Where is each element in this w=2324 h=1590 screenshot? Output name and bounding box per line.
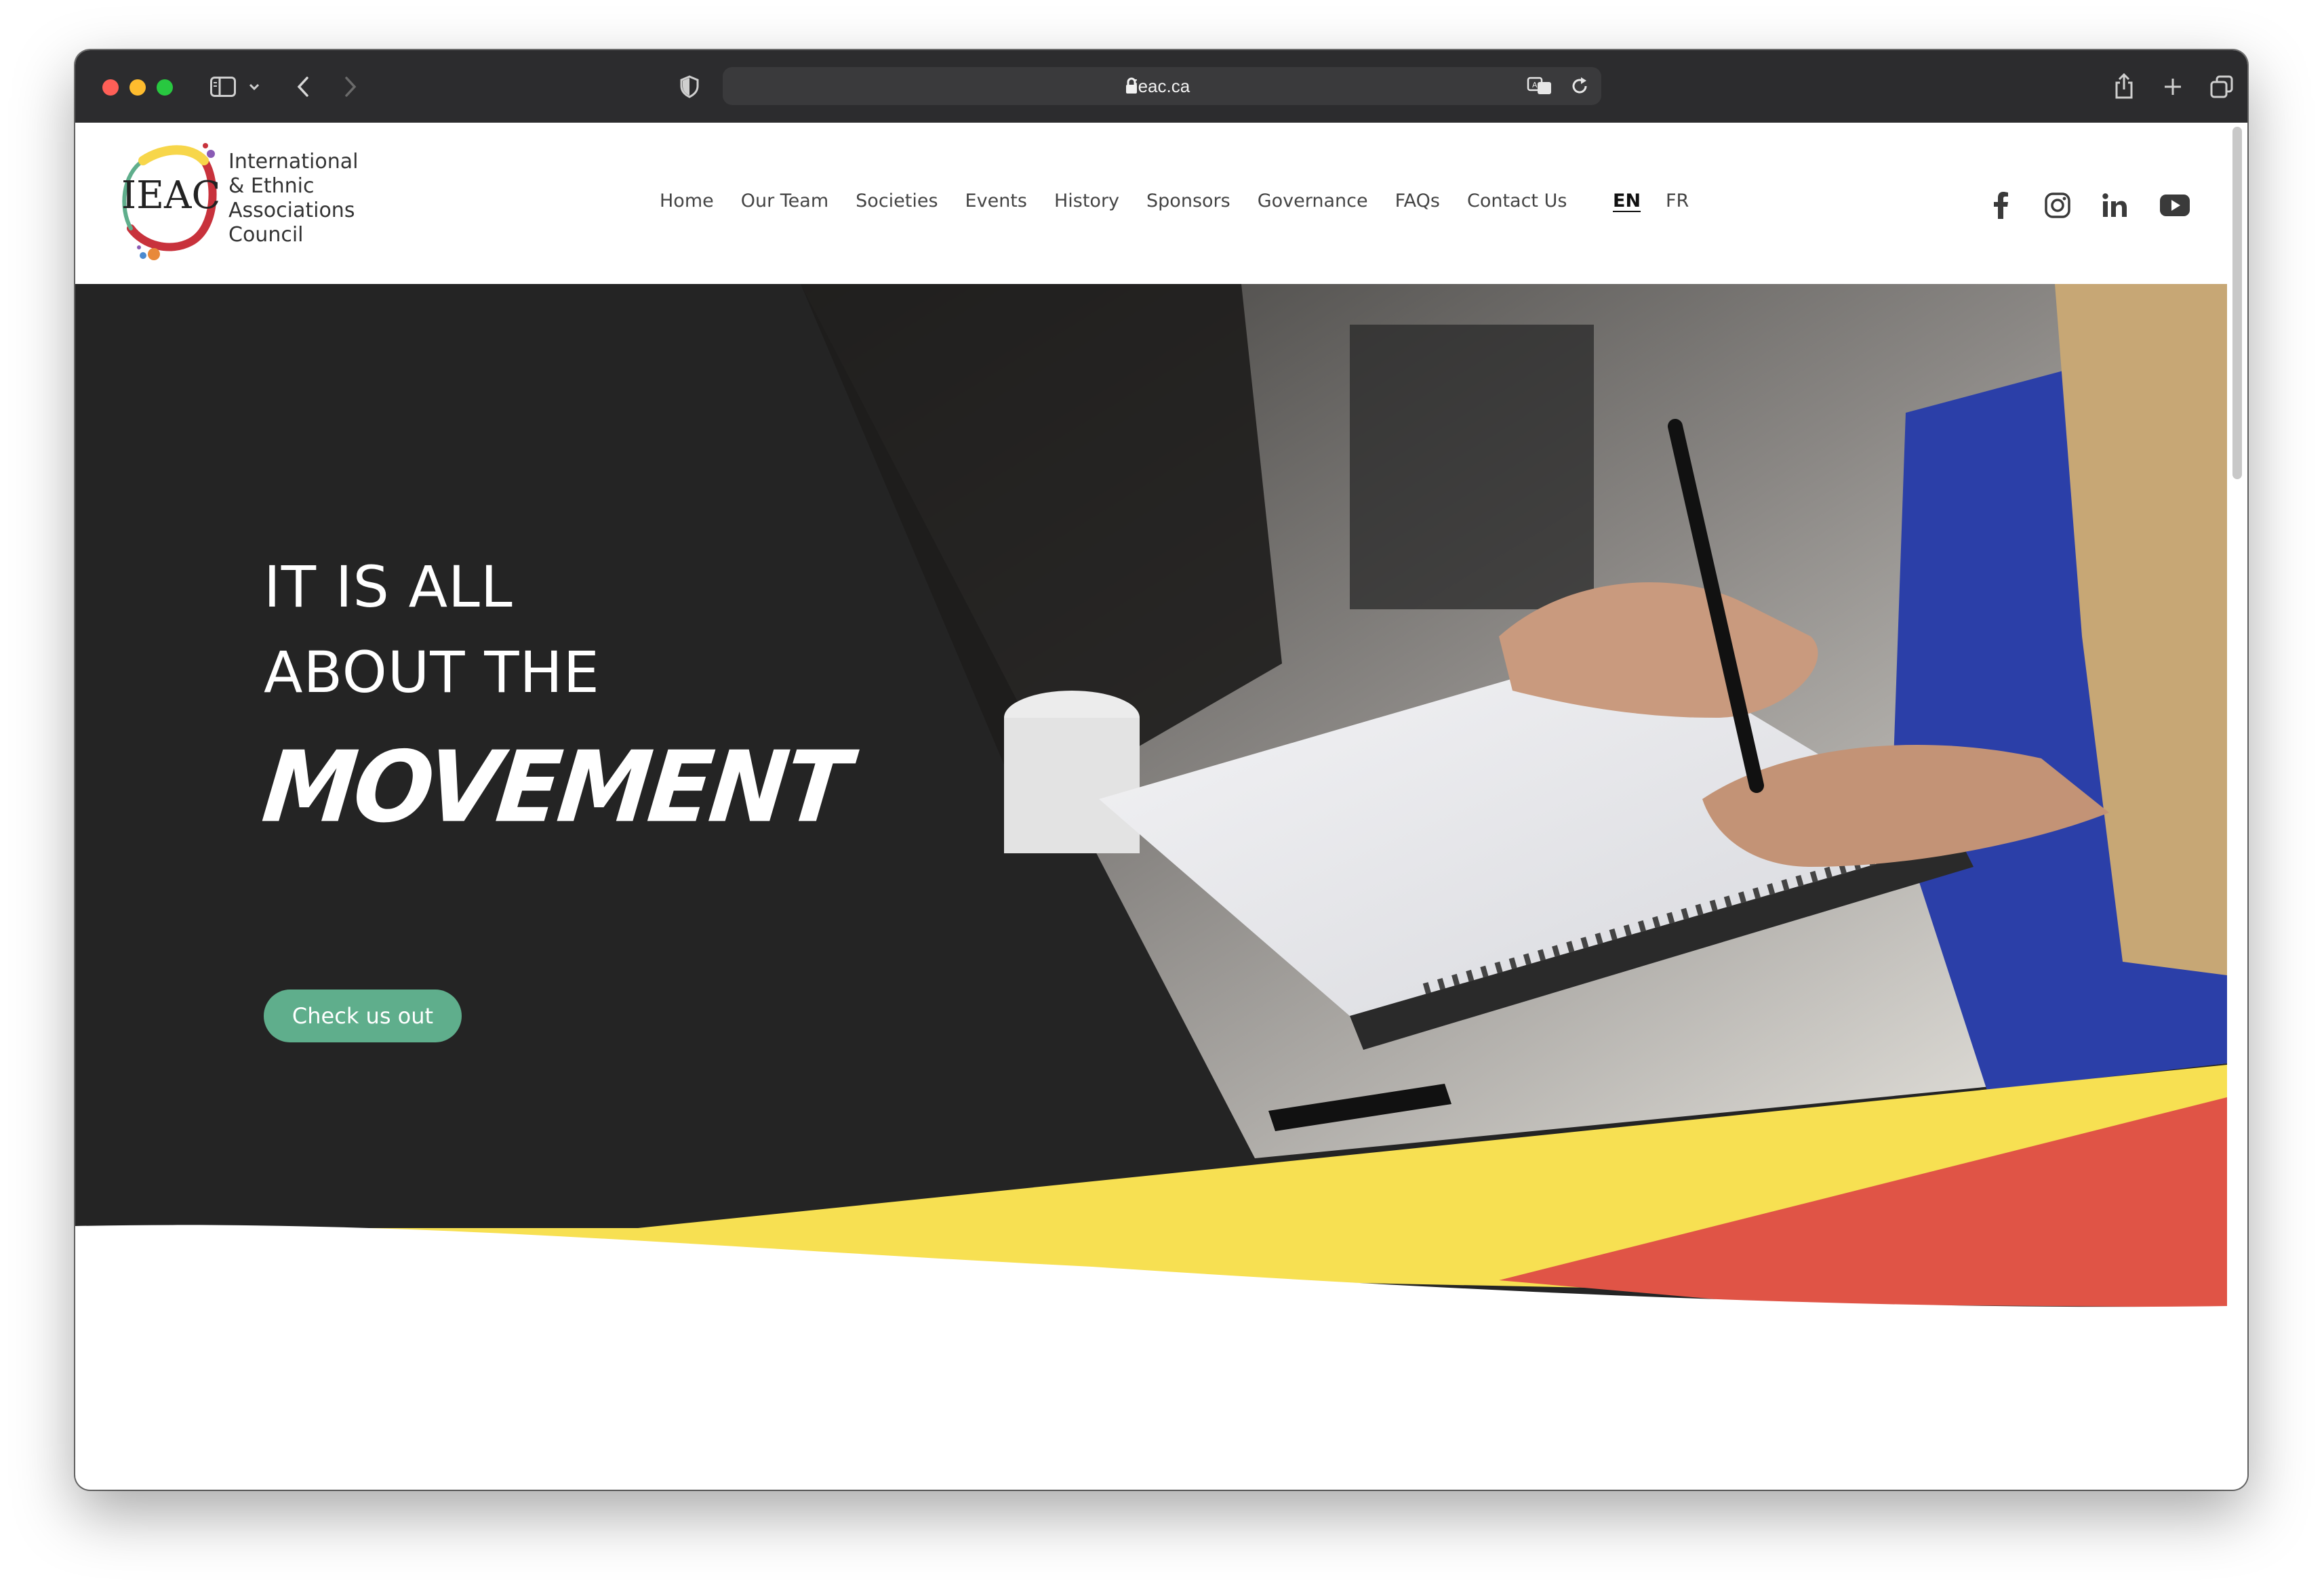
instagram-icon[interactable] bbox=[2043, 190, 2072, 220]
browser-toolbar: ieac.ca A bbox=[75, 50, 2247, 124]
organization-name-line: International bbox=[228, 150, 359, 174]
hero-background bbox=[75, 284, 2227, 1490]
organization-name-line: Council bbox=[228, 223, 304, 247]
nav-item-sponsors[interactable]: Sponsors bbox=[1146, 190, 1230, 218]
hero-section: IT IS ALL ABOUT THE MOVEMENT Check us ou… bbox=[75, 284, 2227, 1490]
close-window-button[interactable] bbox=[102, 79, 119, 96]
forward-icon[interactable] bbox=[338, 73, 363, 100]
organization-name-line: Associations bbox=[228, 199, 355, 222]
nav-item-governance[interactable]: Governance bbox=[1258, 190, 1368, 218]
nav-item-history[interactable]: History bbox=[1054, 190, 1119, 218]
logo-mark-text: IEAC bbox=[121, 174, 220, 218]
new-tab-icon[interactable] bbox=[2159, 73, 2186, 100]
zoom-window-button[interactable] bbox=[157, 79, 173, 96]
check-us-out-button[interactable]: Check us out bbox=[264, 990, 462, 1042]
minimize-window-button[interactable] bbox=[129, 79, 146, 96]
shield-icon[interactable] bbox=[676, 73, 703, 100]
page-scrollbar[interactable] bbox=[2232, 127, 2242, 479]
nav-item-our-team[interactable]: Our Team bbox=[741, 190, 828, 218]
browser-window: ieac.ca A IEAC International & Ethnic As… bbox=[75, 50, 2247, 1490]
language-fr[interactable]: FR bbox=[1666, 190, 1689, 211]
web-page: IEAC International & Ethnic Associations… bbox=[75, 123, 2247, 1490]
ieac-logo[interactable]: IEAC bbox=[116, 134, 224, 269]
translate-icon[interactable]: A bbox=[1525, 74, 1555, 98]
chevron-down-icon[interactable] bbox=[246, 79, 262, 95]
reload-icon[interactable] bbox=[1567, 74, 1592, 98]
nav-item-home[interactable]: Home bbox=[660, 190, 714, 218]
nav-item-societies[interactable]: Societies bbox=[856, 190, 938, 218]
hero-heading-accent: MOVEMENT bbox=[258, 729, 853, 845]
back-icon[interactable] bbox=[291, 73, 315, 100]
facebook-icon[interactable] bbox=[1986, 190, 2016, 220]
share-icon[interactable] bbox=[2109, 70, 2139, 102]
svg-text:A: A bbox=[1532, 81, 1538, 89]
address-bar[interactable]: ieac.ca A bbox=[723, 67, 1601, 105]
hero-heading-line-2: ABOUT THE bbox=[264, 639, 600, 706]
language-en[interactable]: EN bbox=[1613, 190, 1641, 211]
hero-heading-line-1: IT IS ALL bbox=[264, 554, 513, 620]
nav-item-faqs[interactable]: FAQs bbox=[1395, 190, 1440, 218]
sidebar-icon[interactable] bbox=[208, 75, 238, 99]
tabs-overview-icon[interactable] bbox=[2208, 73, 2235, 100]
url-text: ieac.ca bbox=[1134, 76, 1190, 96]
site-header: IEAC International & Ethnic Associations… bbox=[75, 123, 2227, 284]
nav-item-events[interactable]: Events bbox=[965, 190, 1027, 218]
main-navigation: Home Our Team Societies Events History S… bbox=[660, 190, 1594, 218]
organization-name: International & Ethnic Associations Coun… bbox=[228, 150, 391, 247]
nav-item-contact-us[interactable]: Contact Us bbox=[1467, 190, 1567, 218]
youtube-icon[interactable] bbox=[2157, 190, 2193, 220]
organization-name-line: & Ethnic bbox=[228, 174, 315, 198]
linkedin-icon[interactable] bbox=[2100, 190, 2129, 220]
